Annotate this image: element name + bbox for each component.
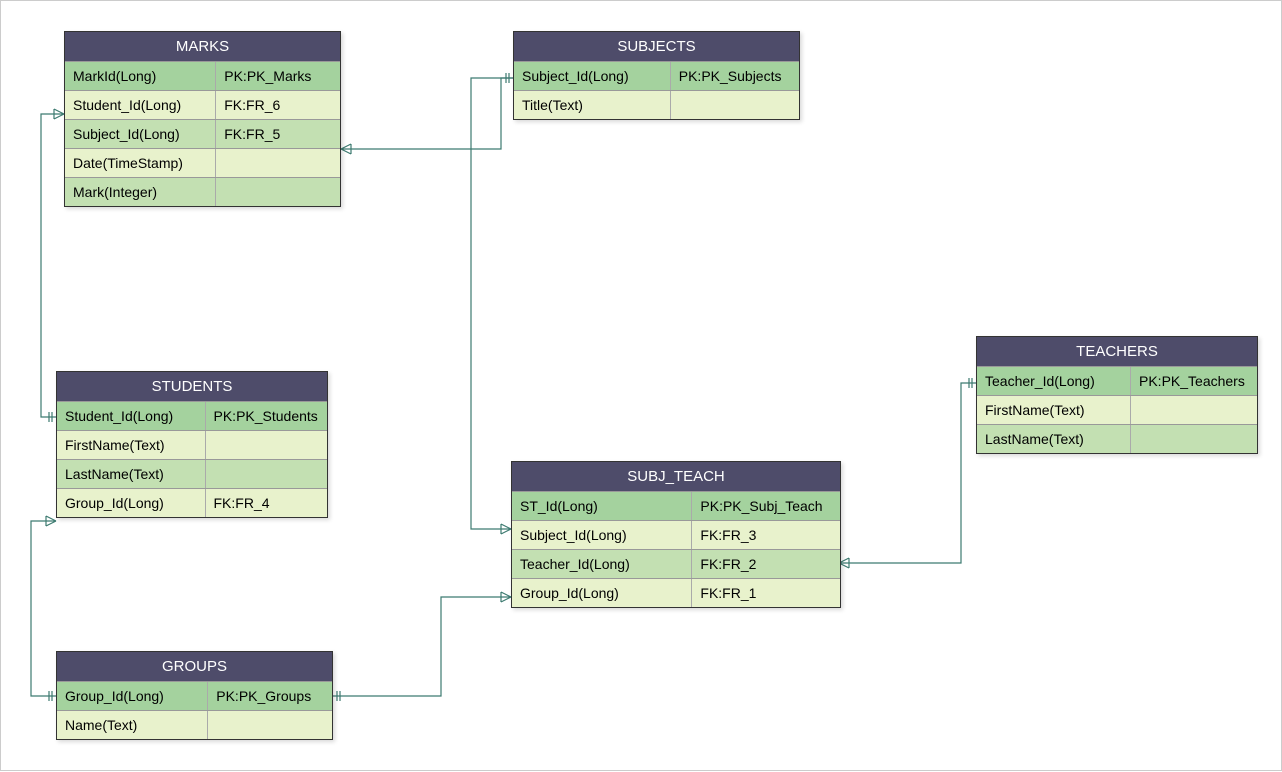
table-row: ST_Id(Long) PK:PK_Subj_Teach — [512, 491, 840, 520]
table-row: LastName(Text) — [57, 459, 327, 488]
col-key: FK:FR_4 — [206, 489, 328, 517]
col-name: Group_Id(Long) — [512, 579, 692, 607]
col-key — [206, 460, 328, 488]
col-name: Subject_Id(Long) — [514, 62, 671, 90]
col-key: FK:FR_2 — [692, 550, 840, 578]
col-name: ST_Id(Long) — [512, 492, 692, 520]
entity-subj-teach: SUBJ_TEACH ST_Id(Long) PK:PK_Subj_Teach … — [511, 461, 841, 608]
col-name: Mark(Integer) — [65, 178, 216, 206]
entity-subjects-title: SUBJECTS — [514, 32, 799, 61]
col-name: Group_Id(Long) — [57, 682, 208, 710]
table-row: MarkId(Long) PK:PK_Marks — [65, 61, 340, 90]
table-row: Teacher_Id(Long) PK:PK_Teachers — [977, 366, 1257, 395]
entity-students-title: STUDENTS — [57, 372, 327, 401]
col-name: FirstName(Text) — [57, 431, 206, 459]
col-name: Title(Text) — [514, 91, 671, 119]
entity-groups: GROUPS Group_Id(Long) PK:PK_Groups Name(… — [56, 651, 333, 740]
table-row: Name(Text) — [57, 710, 332, 739]
table-row: Group_Id(Long) PK:PK_Groups — [57, 681, 332, 710]
col-name: Student_Id(Long) — [65, 91, 216, 119]
entity-teachers: TEACHERS Teacher_Id(Long) PK:PK_Teachers… — [976, 336, 1258, 454]
entity-subjects: SUBJECTS Subject_Id(Long) PK:PK_Subjects… — [513, 31, 800, 120]
col-name: Subject_Id(Long) — [65, 120, 216, 148]
col-name: Teacher_Id(Long) — [977, 367, 1131, 395]
table-row: Teacher_Id(Long) FK:FR_2 — [512, 549, 840, 578]
col-key: FK:FR_3 — [692, 521, 840, 549]
col-key: FK:FR_6 — [216, 91, 340, 119]
col-name: Date(TimeStamp) — [65, 149, 216, 177]
col-key — [216, 149, 340, 177]
entity-subj-teach-title: SUBJ_TEACH — [512, 462, 840, 491]
col-key — [1131, 396, 1257, 424]
table-row: Student_Id(Long) FK:FR_6 — [65, 90, 340, 119]
col-key: PK:PK_Subjects — [671, 62, 799, 90]
table-row: Group_Id(Long) FK:FR_4 — [57, 488, 327, 517]
col-key: PK:PK_Teachers — [1131, 367, 1257, 395]
table-row: LastName(Text) — [977, 424, 1257, 453]
col-name: FirstName(Text) — [977, 396, 1131, 424]
table-row: Student_Id(Long) PK:PK_Students — [57, 401, 327, 430]
col-key: PK:PK_Students — [206, 402, 328, 430]
entity-marks-title: MARKS — [65, 32, 340, 61]
col-name: Group_Id(Long) — [57, 489, 206, 517]
col-key — [671, 91, 799, 119]
col-key: PK:PK_Marks — [216, 62, 340, 90]
col-name: Name(Text) — [57, 711, 208, 739]
col-name: Student_Id(Long) — [57, 402, 206, 430]
table-row: Group_Id(Long) FK:FR_1 — [512, 578, 840, 607]
entity-marks: MARKS MarkId(Long) PK:PK_Marks Student_I… — [64, 31, 341, 207]
table-row: Mark(Integer) — [65, 177, 340, 206]
col-key — [216, 178, 340, 206]
table-row: FirstName(Text) — [977, 395, 1257, 424]
entity-groups-title: GROUPS — [57, 652, 332, 681]
col-name: LastName(Text) — [57, 460, 206, 488]
col-name: Teacher_Id(Long) — [512, 550, 692, 578]
col-key — [206, 431, 328, 459]
col-key: FK:FR_1 — [692, 579, 840, 607]
col-key: PK:PK_Groups — [208, 682, 332, 710]
table-row: FirstName(Text) — [57, 430, 327, 459]
col-name: MarkId(Long) — [65, 62, 216, 90]
col-key: PK:PK_Subj_Teach — [692, 492, 840, 520]
entity-teachers-title: TEACHERS — [977, 337, 1257, 366]
table-row: Title(Text) — [514, 90, 799, 119]
col-key — [208, 711, 332, 739]
table-row: Date(TimeStamp) — [65, 148, 340, 177]
table-row: Subject_Id(Long) FK:FR_5 — [65, 119, 340, 148]
col-key — [1131, 425, 1257, 453]
table-row: Subject_Id(Long) FK:FR_3 — [512, 520, 840, 549]
entity-students: STUDENTS Student_Id(Long) PK:PK_Students… — [56, 371, 328, 518]
col-key: FK:FR_5 — [216, 120, 340, 148]
table-row: Subject_Id(Long) PK:PK_Subjects — [514, 61, 799, 90]
col-name: LastName(Text) — [977, 425, 1131, 453]
col-name: Subject_Id(Long) — [512, 521, 692, 549]
